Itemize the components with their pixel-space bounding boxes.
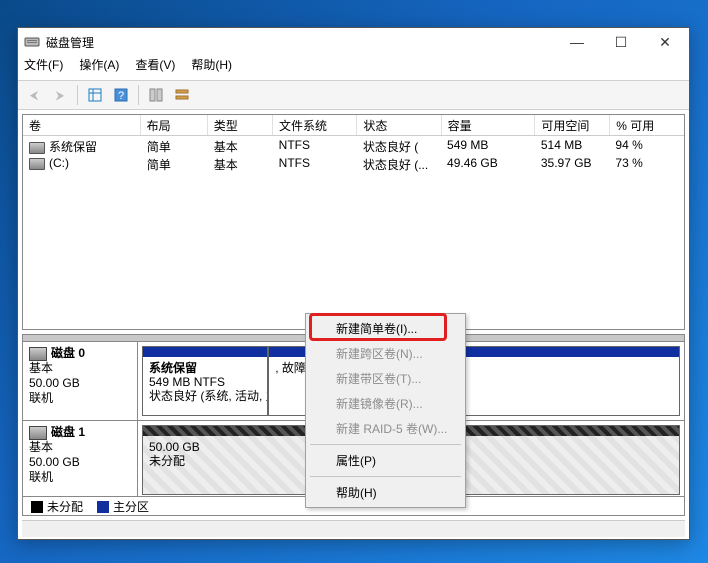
menu-help[interactable]: 帮助(H) bbox=[189, 56, 234, 76]
menu-view[interactable]: 查看(V) bbox=[133, 56, 177, 76]
ctx-separator bbox=[310, 476, 461, 477]
ctx-properties[interactable]: 属性(P) bbox=[308, 448, 463, 473]
volume-list-header: 卷 布局 类型 文件系统 状态 容量 可用空间 % 可用 bbox=[23, 115, 684, 136]
col-volume[interactable]: 卷 bbox=[23, 115, 141, 135]
refresh-button[interactable] bbox=[144, 83, 168, 107]
disk-info[interactable]: 磁盘 0基本50.00 GB联机 bbox=[23, 342, 138, 420]
volume-list[interactable]: 卷 布局 类型 文件系统 状态 容量 可用空间 % 可用 系统保留简单基本NTF… bbox=[22, 114, 685, 330]
col-status[interactable]: 状态 bbox=[357, 115, 441, 135]
ctx-separator bbox=[310, 444, 461, 445]
swatch-primary bbox=[97, 501, 109, 513]
col-layout[interactable]: 布局 bbox=[141, 115, 208, 135]
drive-icon bbox=[29, 158, 45, 170]
legend-primary: 主分区 bbox=[97, 498, 149, 515]
disk-info[interactable]: 磁盘 1基本50.00 GB联机 bbox=[23, 421, 138, 496]
col-capacity[interactable]: 容量 bbox=[442, 115, 536, 135]
disk-icon bbox=[29, 426, 47, 440]
disk-icon bbox=[29, 347, 47, 361]
ctx-new-raid5-volume: 新建 RAID-5 卷(W)... bbox=[308, 416, 463, 441]
ctx-new-striped-volume: 新建带区卷(T)... bbox=[308, 366, 463, 391]
ctx-help[interactable]: 帮助(H) bbox=[308, 480, 463, 505]
help-button[interactable]: ? bbox=[109, 83, 133, 107]
col-type[interactable]: 类型 bbox=[208, 115, 273, 135]
volume-row[interactable]: 系统保留简单基本NTFS状态良好 (549 MB514 MB94 % bbox=[23, 136, 684, 154]
minimize-button[interactable]: — bbox=[555, 28, 599, 56]
ctx-new-mirror-volume: 新建镜像卷(R)... bbox=[308, 391, 463, 416]
col-fs[interactable]: 文件系统 bbox=[273, 115, 357, 135]
legend-unallocated: 未分配 bbox=[31, 498, 83, 515]
menu-action[interactable]: 操作(A) bbox=[77, 56, 121, 76]
titlebar: 磁盘管理 — ☐ ✕ bbox=[18, 28, 689, 56]
forward-button: ⮞ bbox=[48, 83, 72, 107]
drive-icon bbox=[29, 142, 45, 154]
status-bar bbox=[22, 520, 685, 537]
maximize-button[interactable]: ☐ bbox=[599, 28, 643, 56]
legend-unallocated-label: 未分配 bbox=[47, 500, 83, 514]
partition-primary[interactable]: 系统保留549 MB NTFS状态良好 (系统, 活动, 主分区) bbox=[142, 346, 268, 416]
menu-file[interactable]: 文件(F) bbox=[22, 56, 65, 76]
legend-primary-label: 主分区 bbox=[113, 500, 149, 514]
toolbar: ⮜ ⮞ ? bbox=[18, 80, 689, 110]
toolbar-separator bbox=[138, 85, 139, 105]
menubar: 文件(F) 操作(A) 查看(V) 帮助(H) bbox=[18, 56, 689, 80]
swatch-unallocated bbox=[31, 501, 43, 513]
toolbar-separator bbox=[77, 85, 78, 105]
ctx-new-spanned-volume: 新建跨区卷(N)... bbox=[308, 341, 463, 366]
ctx-new-simple-volume[interactable]: 新建简单卷(I)... bbox=[308, 316, 463, 341]
col-pctfree[interactable]: % 可用 bbox=[610, 115, 684, 135]
volume-row[interactable]: (C:)简单基本NTFS状态良好 (...49.46 GB35.97 GB73 … bbox=[23, 154, 684, 172]
volume-list-body: 系统保留简单基本NTFS状态良好 (549 MB514 MB94 %(C:)简单… bbox=[23, 136, 684, 329]
back-button: ⮜ bbox=[22, 83, 46, 107]
list-button[interactable] bbox=[170, 83, 194, 107]
window-title: 磁盘管理 bbox=[46, 34, 555, 51]
app-icon bbox=[24, 34, 40, 50]
view-small-button[interactable] bbox=[83, 83, 107, 107]
svg-text:?: ? bbox=[118, 90, 124, 102]
close-button[interactable]: ✕ bbox=[643, 28, 687, 56]
col-free[interactable]: 可用空间 bbox=[535, 115, 610, 135]
context-menu: 新建简单卷(I)... 新建跨区卷(N)... 新建带区卷(T)... 新建镜像… bbox=[305, 313, 466, 508]
